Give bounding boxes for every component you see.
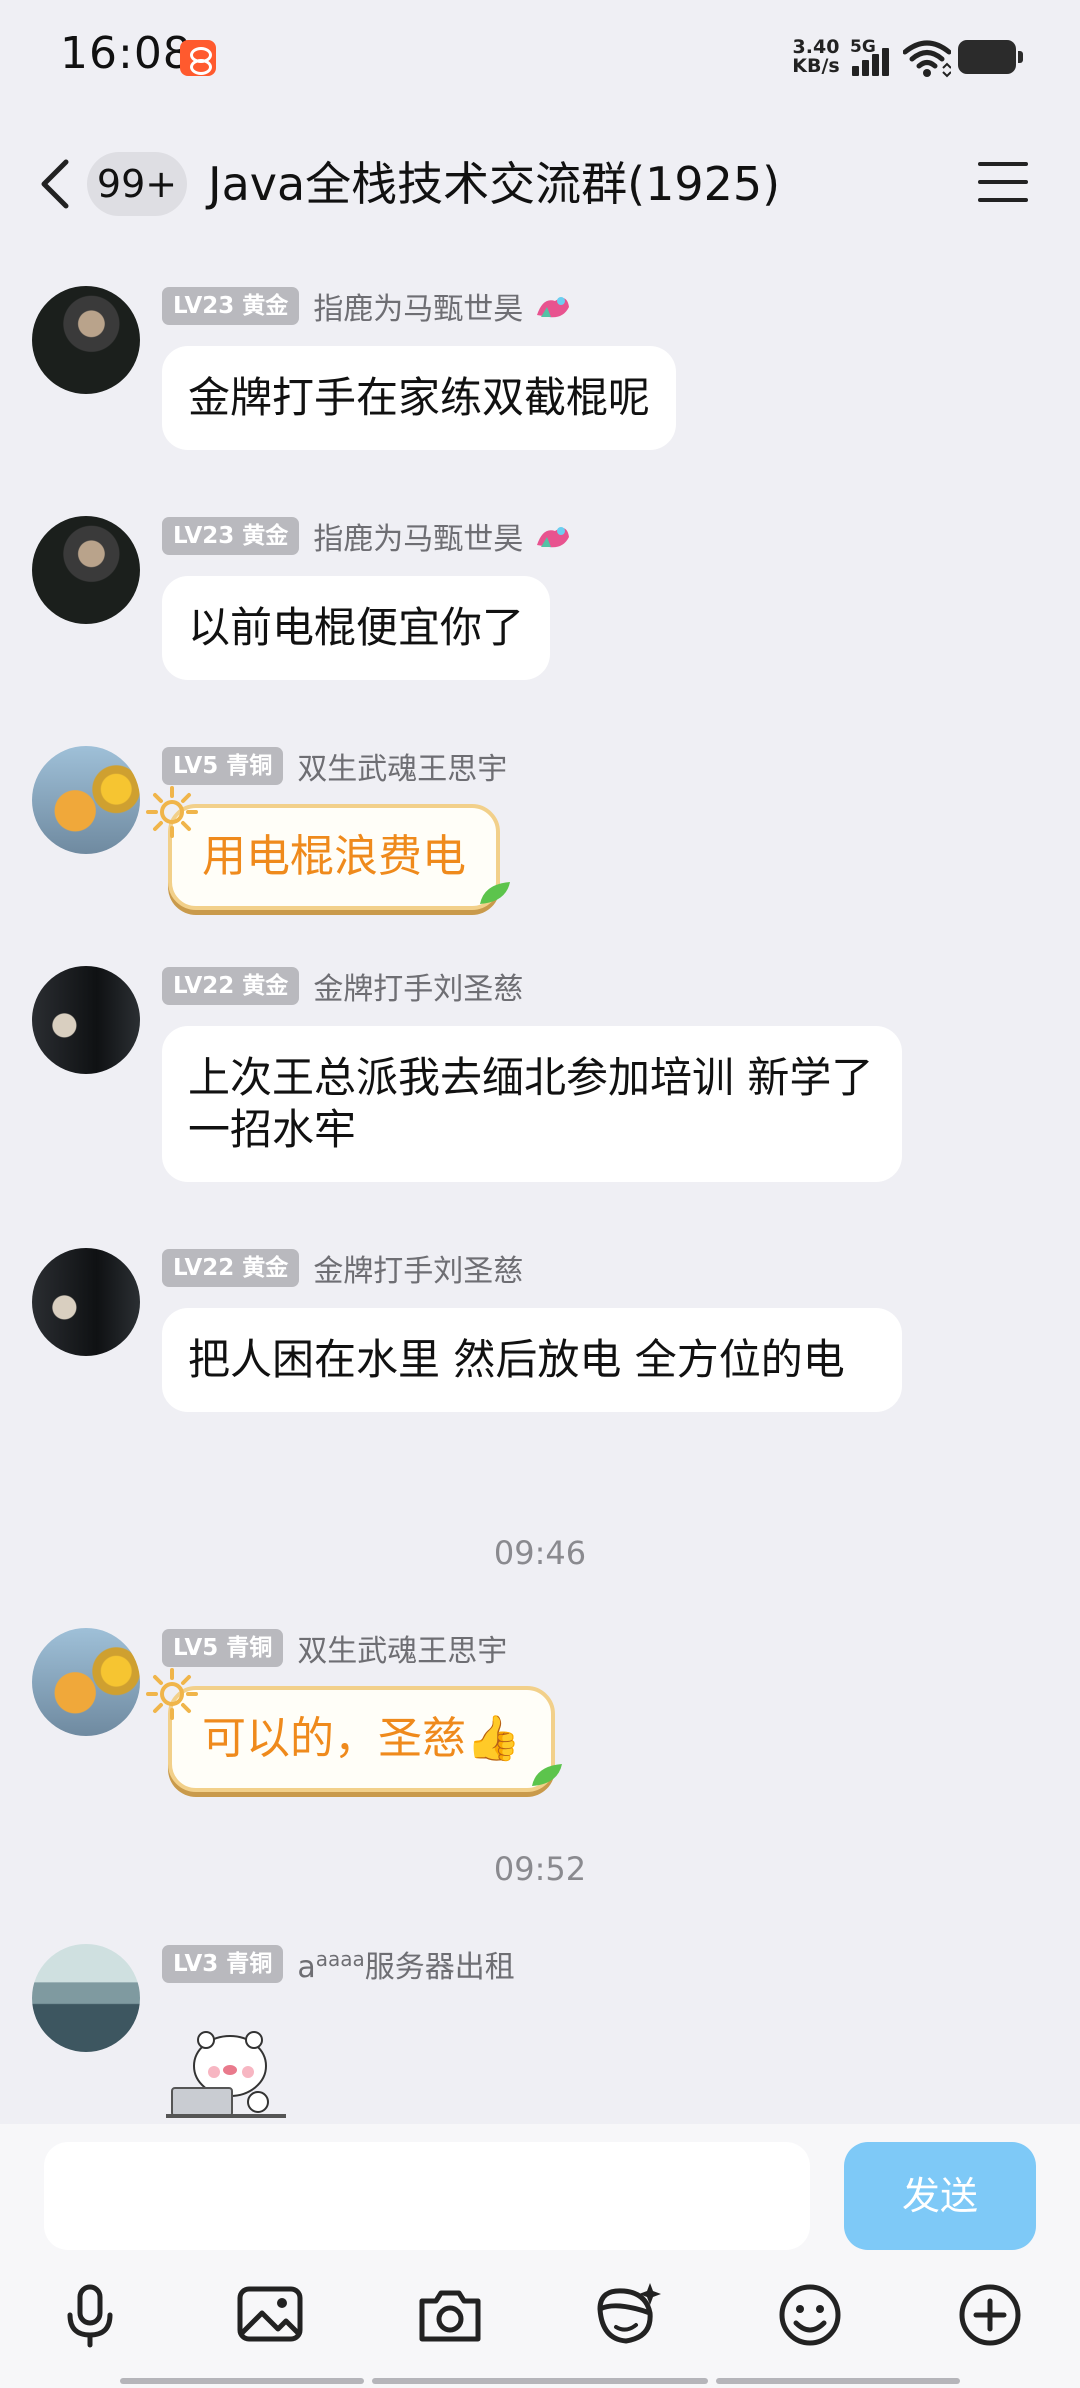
home-indicator — [120, 2378, 364, 2384]
camera-icon[interactable] — [414, 2279, 486, 2351]
net-speed-unit: KB/s — [792, 55, 840, 77]
wifi-icon — [903, 40, 951, 78]
message-bubble[interactable]: 以前电棍便宜你了 — [162, 576, 551, 680]
leaf-decoration-icon — [480, 882, 510, 904]
unread-count-badge[interactable]: 99+ — [87, 152, 187, 216]
emoji-face-icon[interactable] — [592, 2279, 664, 2351]
message-bubble[interactable]: 上次王总派我去缅北参加培训 新学了一招水牢 — [162, 1026, 902, 1182]
sender-meta: LV3 青铜 aaaaa服务器出租 — [162, 1942, 515, 1986]
avatar[interactable] — [32, 1628, 140, 1736]
level-badge: LV3 青铜 — [162, 1945, 284, 1983]
leaf-decoration-icon — [532, 1764, 562, 1786]
avatar[interactable] — [32, 1248, 140, 1356]
menu-icon[interactable] — [978, 160, 1030, 206]
sun-decoration-icon — [146, 786, 198, 838]
chat-header: 99+ Java全栈技术交流群(1925) — [0, 130, 1080, 240]
sun-decoration-icon — [146, 1668, 198, 1720]
image-icon[interactable] — [234, 2279, 306, 2351]
timestamp: 09:46 — [493, 1534, 587, 1572]
input-bar: 发送 — [0, 2124, 1080, 2388]
sender-name[interactable]: 双生武魂王思宇 — [297, 1626, 507, 1670]
level-badge: LV5 青铜 — [162, 747, 284, 785]
avatar[interactable] — [32, 1944, 140, 2052]
smiley-icon[interactable] — [774, 2279, 846, 2351]
sender-meta: LV22 黄金 金牌打手刘圣慈 — [162, 964, 523, 1008]
message-bubble[interactable]: 用电棍浪费电 — [168, 804, 500, 910]
avatar[interactable] — [32, 746, 140, 854]
send-button[interactable]: 发送 — [844, 2142, 1036, 2250]
sender-meta: LV23 黄金 指鹿为马甄世昊 — [162, 514, 573, 558]
back-icon[interactable] — [28, 152, 88, 216]
status-time: 16:08 — [60, 28, 192, 79]
sender-name[interactable]: 金牌打手刘圣慈 — [313, 964, 523, 1008]
chat-title: Java全栈技术交流群(1925) — [208, 157, 781, 211]
level-badge: LV22 黄金 — [162, 1249, 300, 1287]
level-badge: LV22 黄金 — [162, 967, 300, 1005]
plus-icon[interactable] — [954, 2279, 1026, 2351]
level-badge: LV5 青铜 — [162, 1629, 284, 1667]
sender-name[interactable]: aaaaa服务器出租 — [297, 1942, 514, 1986]
avatar[interactable] — [32, 966, 140, 1074]
avatar[interactable] — [32, 286, 140, 394]
dragon-icon — [537, 527, 570, 548]
sender-meta: LV23 黄金 指鹿为马甄世昊 — [162, 284, 573, 328]
message-input[interactable] — [44, 2142, 810, 2250]
app-notification-icon — [180, 40, 216, 76]
sender-name[interactable]: 指鹿为马甄世昊 — [313, 284, 523, 328]
sender-name-prefix: a — [297, 1950, 316, 1985]
status-bar: 16:08 3.40 KB/s 5G — [0, 0, 1080, 120]
avatar[interactable] — [32, 516, 140, 624]
microphone-icon[interactable] — [54, 2279, 126, 2351]
dragon-icon — [537, 297, 570, 318]
sender-name[interactable]: 双生武魂王思宇 — [297, 744, 507, 788]
net-speed: 3.40 KB/s — [786, 38, 846, 76]
message-bubble[interactable]: 可以的，圣慈👍 — [168, 1686, 555, 1792]
battery-icon — [958, 40, 1023, 74]
signal-icon — [852, 48, 896, 76]
sender-name[interactable]: 金牌打手刘圣慈 — [313, 1246, 523, 1290]
home-indicator — [372, 2378, 708, 2384]
sender-name[interactable]: 指鹿为马甄世昊 — [313, 514, 523, 558]
level-badge: LV23 黄金 — [162, 287, 300, 325]
message-bubble[interactable]: 把人困在水里 然后放电 全方位的电 — [162, 1308, 902, 1412]
sender-meta: LV5 青铜 双生武魂王思宇 — [162, 744, 507, 788]
sender-name-suffix: 服务器出租 — [364, 1950, 515, 1985]
sender-name-superscript: aaaa — [315, 1947, 365, 1971]
bear-laptop-sticker[interactable] — [162, 2026, 292, 2120]
level-badge: LV23 黄金 — [162, 517, 300, 555]
message-bubble[interactable]: 金牌打手在家练双截棍呢 — [162, 346, 677, 450]
sender-meta: LV5 青铜 双生武魂王思宇 — [162, 1626, 507, 1670]
home-indicator — [716, 2378, 960, 2384]
timestamp: 09:52 — [493, 1850, 587, 1888]
sender-meta: LV22 黄金 金牌打手刘圣慈 — [162, 1246, 523, 1290]
